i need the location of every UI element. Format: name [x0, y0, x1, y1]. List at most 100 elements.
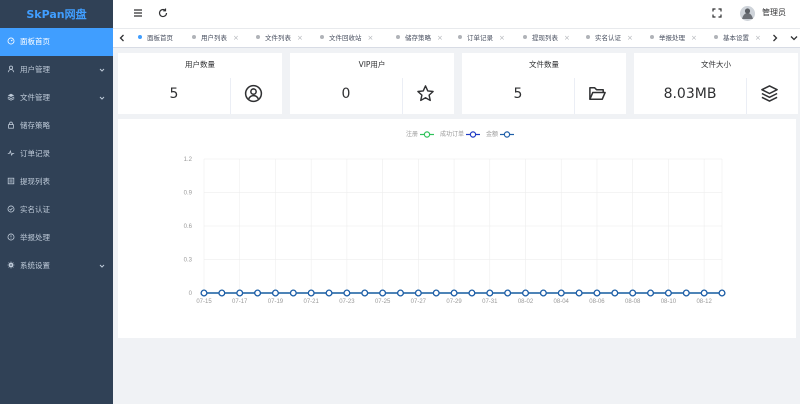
data-point[interactable]: [575, 289, 583, 297]
folder-open-icon: [582, 79, 612, 109]
data-point[interactable]: [629, 289, 637, 297]
tabs-scroll-right-icon[interactable]: [770, 33, 780, 43]
tabs-dropdown-icon[interactable]: [789, 33, 799, 43]
dashboard-icon: [7, 37, 15, 45]
data-point[interactable]: [343, 289, 351, 297]
tab-dot: [714, 35, 718, 39]
data-point[interactable]: [468, 289, 476, 297]
stat-card-title: 文件大小: [701, 60, 731, 69]
tab-1[interactable]: 用户列表 ×: [192, 29, 239, 47]
tab-5[interactable]: 订单记录 ×: [458, 29, 505, 47]
tab-2[interactable]: 文件列表 ×: [256, 29, 303, 47]
data-point[interactable]: [397, 289, 404, 297]
x-tick-label: 07-21: [303, 299, 319, 305]
x-tick-label: 08-08: [625, 299, 641, 305]
tab-3[interactable]: 文件回收站 ×: [320, 29, 374, 47]
stat-card-divider: [402, 78, 403, 114]
tab-0[interactable]: 面板首页: [138, 29, 173, 47]
tab-dot: [256, 35, 260, 39]
x-tick-label: 08-02: [518, 299, 534, 305]
data-point[interactable]: [361, 289, 369, 297]
tab-6[interactable]: 提现列表 ×: [523, 29, 570, 47]
data-point[interactable]: [557, 289, 565, 297]
close-icon[interactable]: ×: [437, 29, 443, 47]
close-icon[interactable]: ×: [755, 29, 761, 47]
sidebar-item-label: 举报处理: [20, 233, 50, 242]
y-tick-label: 0.3: [184, 258, 193, 264]
sidebar-item-label: 文件管理: [20, 93, 50, 102]
sidebar-item-8[interactable]: 系统设置: [0, 252, 113, 280]
app-logo[interactable]: SkPan网盘: [0, 0, 113, 28]
data-point[interactable]: [218, 289, 226, 297]
sidebar-item-1[interactable]: 用户管理: [0, 56, 113, 84]
sidebar-item-5[interactable]: 提现列表: [0, 168, 113, 196]
data-point[interactable]: [379, 289, 387, 297]
data-point[interactable]: [539, 289, 547, 297]
sidebar-item-6[interactable]: 实名认证: [0, 196, 113, 224]
close-icon[interactable]: ×: [499, 29, 505, 47]
warning-icon: [7, 233, 15, 241]
sidebar-item-4[interactable]: 订单记录: [0, 140, 113, 168]
sidebar-item-2[interactable]: 文件管理: [0, 84, 113, 112]
data-point[interactable]: [504, 289, 512, 297]
stat-card-title: 文件数量: [529, 60, 559, 69]
stat-card-0: 用户数量 5: [118, 53, 282, 114]
y-tick-label: 0.6: [184, 224, 193, 230]
sidebar-item-label: 用户管理: [20, 65, 50, 74]
tab-4[interactable]: 储存策略 ×: [396, 29, 443, 47]
data-point[interactable]: [718, 289, 726, 297]
hamburger-icon[interactable]: [132, 7, 144, 19]
data-point[interactable]: [593, 289, 601, 297]
refresh-icon[interactable]: [157, 7, 169, 19]
data-point[interactable]: [611, 289, 619, 297]
x-tick-label: 07-25: [375, 299, 391, 305]
chevron-down-icon: [99, 263, 105, 269]
chart-svg: 0 0.3 0.6 0.9 1.2 07-15 07-17 07-19 07-21 07-23 07…: [184, 157, 726, 305]
data-point[interactable]: [450, 289, 458, 297]
data-point[interactable]: [414, 289, 422, 297]
data-point[interactable]: [325, 289, 333, 297]
stat-card-1: VIP用户 0: [290, 53, 454, 114]
stat-card-title: 用户数量: [185, 60, 215, 69]
data-point[interactable]: [272, 289, 279, 297]
tab-dot: [396, 35, 400, 39]
tab-dot: [586, 35, 590, 39]
sidebar-item-0[interactable]: 面板首页: [0, 28, 113, 56]
data-point[interactable]: [682, 289, 690, 297]
data-point[interactable]: [236, 289, 244, 297]
tab-label: 基本设置: [723, 34, 749, 42]
data-point[interactable]: [647, 289, 654, 297]
sidebar-item-7[interactable]: 举报处理: [0, 224, 113, 252]
tab-dot: [192, 35, 196, 39]
close-icon[interactable]: ×: [691, 29, 697, 47]
data-point[interactable]: [665, 289, 672, 297]
close-icon[interactable]: ×: [368, 29, 374, 47]
data-point[interactable]: [254, 289, 261, 297]
close-icon[interactable]: ×: [233, 29, 239, 47]
user-name[interactable]: 管理员: [762, 7, 786, 18]
data-point[interactable]: [200, 289, 208, 297]
sidebar-item-3[interactable]: 储存策略: [0, 112, 113, 140]
fullscreen-icon[interactable]: [711, 7, 723, 19]
data-point[interactable]: [522, 289, 529, 297]
stat-card-value: 5: [169, 86, 179, 102]
avatar[interactable]: [740, 6, 755, 21]
data-point[interactable]: [307, 289, 315, 297]
stat-card-value: 8.03MB: [663, 86, 717, 102]
close-icon[interactable]: ×: [297, 29, 303, 47]
chart-panel: 注册 成功订单 金额 0 0.3 0.6 0.9 1.2 07-15 07-17 07-19 07-…: [118, 119, 796, 338]
tab-dot: [320, 35, 324, 39]
tab-9[interactable]: 基本设置 ×: [714, 29, 761, 47]
close-icon[interactable]: ×: [564, 29, 570, 47]
data-point[interactable]: [432, 289, 440, 297]
data-point[interactable]: [289, 289, 297, 297]
layers-icon: [7, 93, 15, 101]
stat-card-value: 5: [513, 86, 523, 102]
close-icon[interactable]: ×: [627, 29, 633, 47]
data-point[interactable]: [700, 289, 708, 297]
tab-8[interactable]: 举报处理 ×: [650, 29, 697, 47]
data-point[interactable]: [486, 289, 494, 297]
tabs-scroll-left-icon[interactable]: [117, 33, 127, 43]
x-tick-label: 08-12: [696, 299, 712, 305]
tab-7[interactable]: 实名认证 ×: [586, 29, 633, 47]
